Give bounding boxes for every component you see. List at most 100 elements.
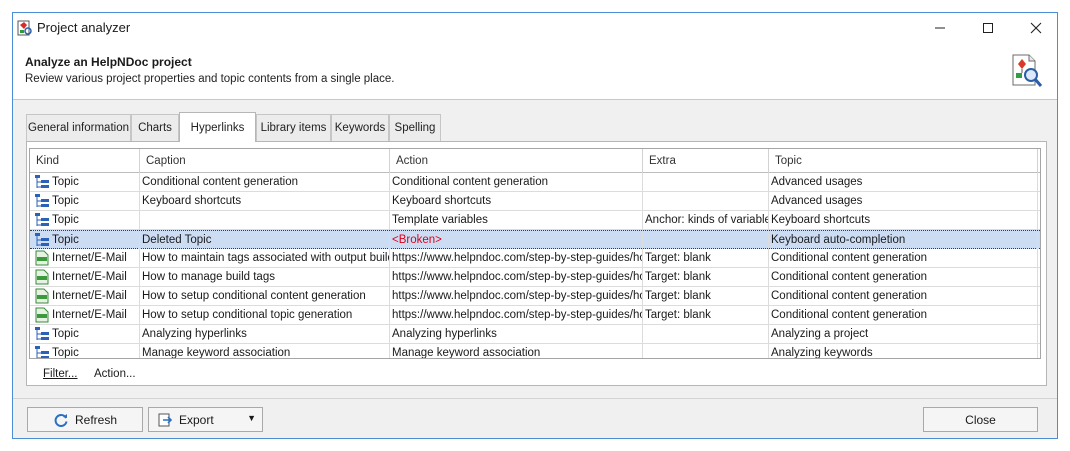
chevron-down-icon[interactable]: ▼	[247, 413, 256, 423]
cell-caption: How to maintain tags associated with out…	[140, 249, 390, 267]
kind-text: Topic	[52, 176, 79, 188]
table-row[interactable]: Topic Analyzing hyperlinks Analyzing hyper…	[30, 325, 1040, 344]
cell-action: https://www.helpndoc.com/step-by-step-gu…	[390, 287, 643, 305]
cell-action: Conditional content generation	[390, 173, 643, 191]
cell-extra	[643, 344, 769, 358]
kind-text: Topic	[52, 214, 79, 226]
html-document-icon	[35, 288, 49, 304]
maximize-button[interactable]	[965, 13, 1011, 43]
cell-action: https://www.helpndoc.com/step-by-step-gu…	[390, 249, 643, 267]
extra-text: Target: blank	[645, 309, 711, 321]
action-text: https://www.helpndoc.com/step-by-step-gu…	[392, 290, 643, 302]
kind-text: Topic	[52, 328, 79, 340]
cell-extra: Target: blank	[643, 306, 769, 324]
column-header-action[interactable]: Action	[390, 149, 643, 173]
tab-charts[interactable]: Charts	[131, 114, 179, 141]
dialog-header: Analyze an HelpNDoc project Review vario…	[13, 43, 1057, 100]
extra-text: Target: blank	[645, 252, 711, 264]
topic-tree-icon	[35, 233, 49, 246]
minimize-button[interactable]	[917, 13, 963, 43]
cell-extra: Target: blank	[643, 287, 769, 305]
cell-extra: Target: blank	[643, 268, 769, 286]
extra-text: Anchor: kinds of variables	[645, 214, 769, 226]
close-button[interactable]: Close	[923, 407, 1038, 432]
cell-caption: Conditional content generation	[140, 173, 390, 191]
action-text: Keyboard shortcuts	[392, 195, 492, 207]
tab-hyperlinks[interactable]: Hyperlinks	[179, 112, 256, 142]
topic-text: Conditional content generation	[771, 290, 928, 302]
action-link[interactable]: Action...	[94, 368, 136, 380]
hyperlinks-grid[interactable]: Kind Caption Action Extra Topic Topic Con…	[29, 148, 1041, 359]
table-row[interactable]: Internet/E-Mail How to maintain tags asso…	[30, 249, 1040, 268]
dialog-footer: Refresh Export ▼ Close	[13, 398, 1057, 438]
cell-topic: Conditional content generation	[769, 268, 1038, 286]
cell-topic: Advanced usages	[769, 173, 1038, 191]
table-row[interactable]: Topic Conditional content generation Condi…	[30, 173, 1040, 192]
caption-text: Keyboard shortcuts	[142, 195, 242, 207]
cell-topic: Advanced usages	[769, 192, 1038, 210]
action-text: https://www.helpndoc.com/step-by-step-gu…	[392, 252, 643, 264]
table-row[interactable]: Topic Template variables Anchor: kinds of …	[30, 211, 1040, 230]
cell-topic: Analyzing keywords	[769, 344, 1038, 358]
export-button[interactable]: Export ▼	[148, 407, 263, 432]
cell-kind: Internet/E-Mail	[30, 306, 140, 324]
tab-spelling[interactable]: Spelling	[389, 114, 441, 141]
extra-text: Target: blank	[645, 290, 711, 302]
topic-text: Analyzing a project	[771, 328, 869, 340]
caption-text: Conditional content generation	[142, 176, 299, 188]
kind-text: Internet/E-Mail	[52, 309, 127, 321]
tab-general-information[interactable]: General information	[26, 114, 131, 141]
cell-kind: Topic	[30, 231, 140, 249]
topic-text: Conditional content generation	[771, 271, 928, 283]
header-subtitle: Review various project properties and to…	[25, 73, 395, 85]
close-icon	[1030, 22, 1042, 34]
filter-link[interactable]: Filter...	[43, 368, 78, 380]
refresh-button[interactable]: Refresh	[27, 407, 143, 432]
kind-text: Internet/E-Mail	[52, 271, 127, 283]
table-row[interactable]: Topic Keyboard shortcuts Keyboard shortcut…	[30, 192, 1040, 211]
topic-tree-icon	[35, 194, 49, 207]
topic-text: Advanced usages	[771, 195, 863, 207]
cell-caption: Manage keyword association	[140, 344, 390, 358]
topic-text: Conditional content generation	[771, 252, 928, 264]
html-document-icon	[35, 250, 49, 266]
cell-extra	[643, 231, 769, 249]
kind-text: Topic	[52, 234, 79, 246]
cell-kind: Internet/E-Mail	[30, 249, 140, 267]
table-row[interactable]: Topic Deleted Topic <Broken> Keyboard auto-…	[30, 230, 1040, 249]
cell-action: Manage keyword association	[390, 344, 643, 358]
tab-library-items[interactable]: Library items	[256, 114, 331, 141]
grid-header: Kind Caption Action Extra Topic	[30, 149, 1040, 173]
table-row[interactable]: Topic Manage keyword association Manage ke…	[30, 344, 1040, 358]
cell-extra	[643, 192, 769, 210]
refresh-icon	[54, 413, 68, 427]
cell-extra: Anchor: kinds of variables	[643, 211, 769, 229]
html-document-icon	[35, 307, 49, 323]
column-header-kind[interactable]: Kind	[30, 149, 140, 173]
cell-topic: Conditional content generation	[769, 249, 1038, 267]
app-icon	[17, 20, 32, 36]
caption-text: How to manage build tags	[142, 271, 275, 283]
html-document-icon	[35, 269, 49, 285]
table-row[interactable]: Internet/E-Mail How to setup conditional …	[30, 306, 1040, 325]
tab-keywords[interactable]: Keywords	[331, 114, 389, 141]
maximize-icon	[983, 23, 993, 33]
hyperlinks-panel: Kind Caption Action Extra Topic Topic Con…	[26, 141, 1047, 386]
column-header-extra[interactable]: Extra	[643, 149, 769, 173]
title-bar[interactable]: Project analyzer	[13, 13, 1057, 43]
cell-action: Template variables	[390, 211, 643, 229]
extra-text: Target: blank	[645, 271, 711, 283]
cell-kind: Topic	[30, 211, 140, 229]
analyze-document-magnifier-icon	[1012, 54, 1043, 87]
cell-action: Keyboard shortcuts	[390, 192, 643, 210]
column-header-topic[interactable]: Topic	[769, 149, 1038, 173]
cell-kind: Topic	[30, 325, 140, 343]
caption-text: Deleted Topic	[142, 234, 212, 246]
table-row[interactable]: Internet/E-Mail How to manage build tags h…	[30, 268, 1040, 287]
table-row[interactable]: Internet/E-Mail How to setup conditional …	[30, 287, 1040, 306]
close-window-button[interactable]	[1013, 13, 1059, 43]
column-header-caption[interactable]: Caption	[140, 149, 390, 173]
cell-caption: How to setup conditional content generat…	[140, 287, 390, 305]
cell-kind: Internet/E-Mail	[30, 268, 140, 286]
cell-topic: Conditional content generation	[769, 287, 1038, 305]
